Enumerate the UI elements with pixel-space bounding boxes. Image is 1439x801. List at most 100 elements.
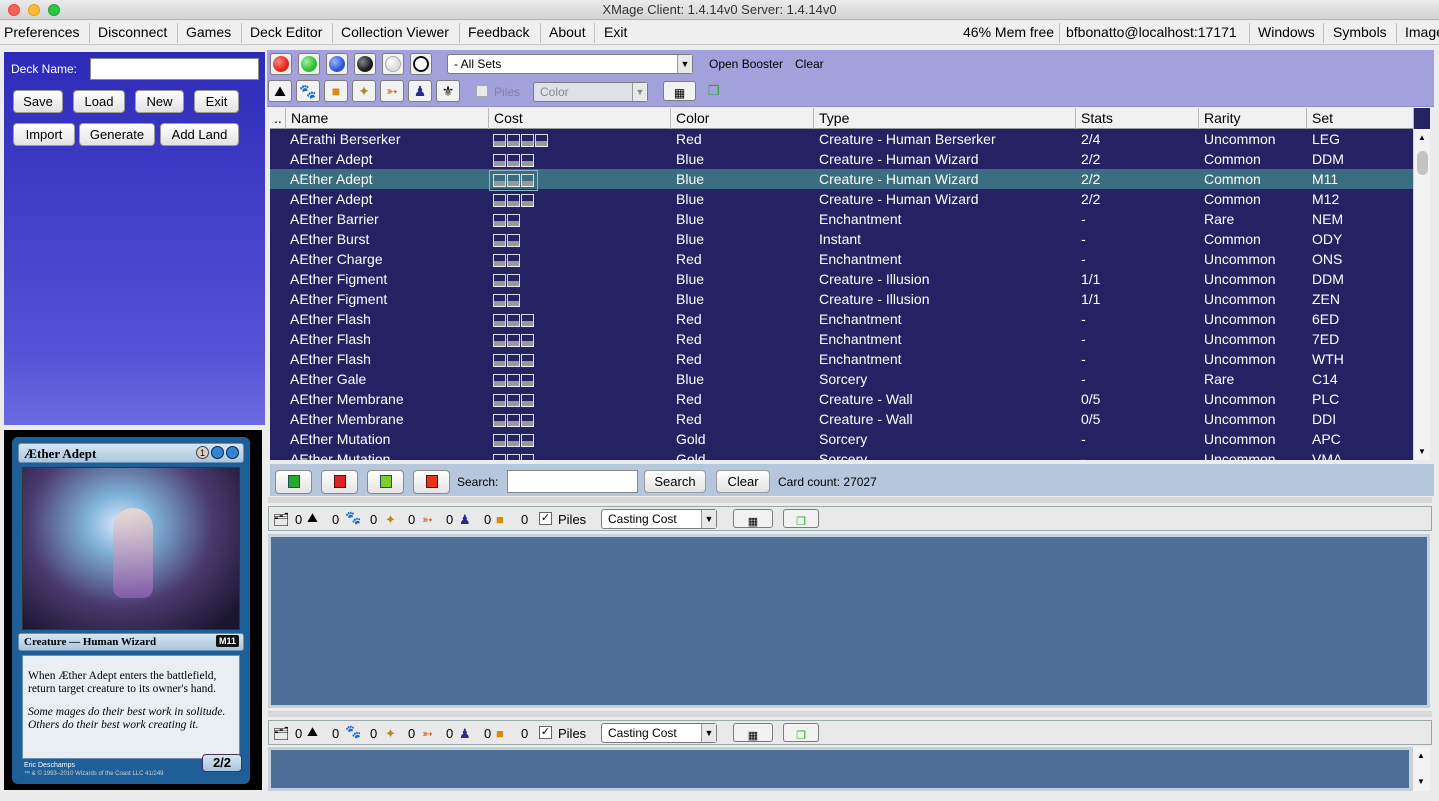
add-land-button[interactable]: Add Land: [160, 123, 239, 146]
cell-cost: [493, 254, 520, 267]
cell-type: Enchantment: [819, 351, 902, 367]
colorless-filter-button[interactable]: [410, 53, 432, 75]
sideboard-sort-select[interactable]: Casting Cost ▼: [601, 723, 717, 743]
open-booster-button[interactable]: Open Booster: [709, 57, 783, 71]
table-row[interactable]: AEther Membrane Red Creature - Wall 0/5 Unco…: [270, 389, 1414, 409]
cell-stats: -: [1081, 311, 1086, 327]
white-filter-button[interactable]: [382, 53, 404, 75]
menu-feedback[interactable]: Feedback: [468, 24, 529, 40]
search-button[interactable]: Search: [644, 470, 706, 493]
table-row[interactable]: AEther Adept Blue Creature - Human Wizard 2…: [270, 149, 1414, 169]
close-window-button[interactable]: [8, 4, 20, 16]
column-header-color[interactable]: Color: [671, 108, 814, 129]
scroll-up-icon[interactable]: ▲: [1417, 751, 1425, 760]
column-header-stats[interactable]: Stats: [1076, 108, 1199, 129]
deck-name-input[interactable]: [90, 58, 259, 80]
window-controls: [8, 4, 60, 16]
scrollbar-thumb[interactable]: [1417, 151, 1428, 175]
creature-filter-button[interactable]: 🐾: [296, 80, 320, 102]
generate-button[interactable]: Generate: [79, 123, 155, 146]
column-header-more[interactable]: ..: [270, 108, 286, 129]
artifact-filter-button[interactable]: ■: [324, 80, 348, 102]
table-row[interactable]: AEther Burst Blue Instant - Common ODY: [270, 229, 1414, 249]
minimize-window-button[interactable]: [28, 4, 40, 16]
menu-collection-viewer[interactable]: Collection Viewer: [341, 24, 449, 40]
sideboard-cards-area[interactable]: [268, 747, 1412, 791]
land-filter-button[interactable]: ⛰: [268, 80, 292, 102]
menu-preferences[interactable]: Preferences: [4, 24, 79, 40]
table-row[interactable]: AEther Figment Blue Creature - Illusion 1/1…: [270, 289, 1414, 309]
splitter-handle[interactable]: [268, 497, 1432, 503]
table-scrollbar[interactable]: ▲ ▼: [1413, 129, 1430, 460]
sideboard-scrollbar[interactable]: ▲ ▼: [1412, 747, 1430, 791]
import-button[interactable]: Import: [13, 123, 75, 146]
table-row[interactable]: AEther Membrane Red Creature - Wall 0/5 Unco…: [270, 409, 1414, 429]
clear-filter-button[interactable]: Clear: [795, 57, 824, 71]
clear-search-button[interactable]: Clear: [716, 470, 770, 493]
set-select[interactable]: - All Sets ▼: [447, 54, 693, 74]
table-view-button[interactable]: ▦: [663, 81, 696, 101]
remove-from-deck-button[interactable]: [321, 470, 358, 494]
table-row[interactable]: AEther Barrier Blue Enchantment - Rare NEM: [270, 209, 1414, 229]
window-title: XMage Client: 1.4.14v0 Server: 1.4.14v0: [602, 2, 837, 17]
piles-checkbox-checked[interactable]: ✓: [539, 726, 552, 739]
add-to-deck-button[interactable]: [275, 470, 312, 494]
remove-from-sideboard-button[interactable]: [413, 470, 450, 494]
sideboard-table-view-button[interactable]: ▦: [733, 723, 773, 742]
piles-checkbox-checked[interactable]: ✓: [539, 512, 552, 525]
scroll-up-icon[interactable]: ▲: [1418, 133, 1426, 142]
menu-symbols[interactable]: Symbols: [1333, 24, 1387, 40]
exit-button[interactable]: Exit: [194, 90, 239, 113]
maximize-window-button[interactable]: [48, 4, 60, 16]
menu-deck-editor[interactable]: Deck Editor: [250, 24, 322, 40]
table-row[interactable]: AEther Adept Blue Creature - Human Wizard 2…: [270, 169, 1414, 191]
new-button[interactable]: New: [135, 90, 184, 113]
cell-type: Creature - Wall: [819, 411, 913, 427]
table-row[interactable]: AEther Charge Red Enchantment - Uncommon ONS: [270, 249, 1414, 269]
column-header-set[interactable]: Set: [1307, 108, 1414, 129]
black-filter-button[interactable]: [354, 53, 376, 75]
enchantment-filter-button[interactable]: ✦: [352, 80, 376, 102]
red-filter-button[interactable]: [270, 53, 292, 75]
search-input[interactable]: [507, 470, 638, 493]
table-row[interactable]: AEther Mutation Gold Sorcery - Uncommon VMA: [270, 449, 1414, 460]
card-view-button[interactable]: ❐: [708, 83, 720, 99]
table-row[interactable]: AEther Adept Blue Creature - Human Wizard 2…: [270, 189, 1414, 209]
mana-symbol-icon: [493, 214, 506, 227]
piles-checkbox[interactable]: [476, 85, 488, 97]
color-sort-select[interactable]: Color ▼: [533, 82, 648, 102]
column-header-type[interactable]: Type: [814, 108, 1076, 129]
table-row[interactable]: AEther Flash Red Enchantment - Uncommon WTH: [270, 349, 1414, 369]
menu-disconnect[interactable]: Disconnect: [98, 24, 167, 40]
planeswalker-filter-button[interactable]: ⚜: [436, 80, 460, 102]
scroll-down-icon[interactable]: ▼: [1417, 777, 1425, 786]
menu-games[interactable]: Games: [186, 24, 231, 40]
add-to-sideboard-button[interactable]: [367, 470, 404, 494]
table-row[interactable]: AEther Flash Red Enchantment - Uncommon 7ED: [270, 329, 1414, 349]
sideboard-card-view-button[interactable]: ❐: [783, 723, 819, 742]
blue-filter-button[interactable]: [326, 53, 348, 75]
save-button[interactable]: Save: [13, 90, 63, 113]
splitter-handle[interactable]: [268, 711, 1432, 717]
deck-card-view-button[interactable]: ❐: [783, 509, 819, 528]
table-row[interactable]: AErathi Berserker Red Creature - Human Ber…: [270, 129, 1414, 149]
table-row[interactable]: AEther Figment Blue Creature - Illusion 1/1…: [270, 269, 1414, 289]
menu-images[interactable]: Images: [1405, 24, 1439, 40]
menu-exit[interactable]: Exit: [604, 24, 627, 40]
menu-windows[interactable]: Windows: [1258, 24, 1315, 40]
scroll-down-icon[interactable]: ▼: [1418, 447, 1426, 456]
deck-table-view-button[interactable]: ▦: [733, 509, 773, 528]
table-row[interactable]: AEther Mutation Gold Sorcery - Uncommon APC: [270, 429, 1414, 449]
table-row[interactable]: AEther Gale Blue Sorcery - Rare C14: [270, 369, 1414, 389]
load-button[interactable]: Load: [73, 90, 125, 113]
column-header-rarity[interactable]: Rarity: [1199, 108, 1307, 129]
menu-about[interactable]: About: [549, 24, 586, 40]
sorcery-filter-button[interactable]: ♟: [408, 80, 432, 102]
green-filter-button[interactable]: [298, 53, 320, 75]
table-row[interactable]: AEther Flash Red Enchantment - Uncommon 6ED: [270, 309, 1414, 329]
column-header-name[interactable]: Name: [286, 108, 489, 129]
instant-filter-button[interactable]: ➳: [380, 80, 404, 102]
column-header-cost[interactable]: Cost: [489, 108, 671, 129]
deck-sort-select[interactable]: Casting Cost ▼: [601, 509, 717, 529]
deck-cards-area[interactable]: [268, 534, 1430, 708]
